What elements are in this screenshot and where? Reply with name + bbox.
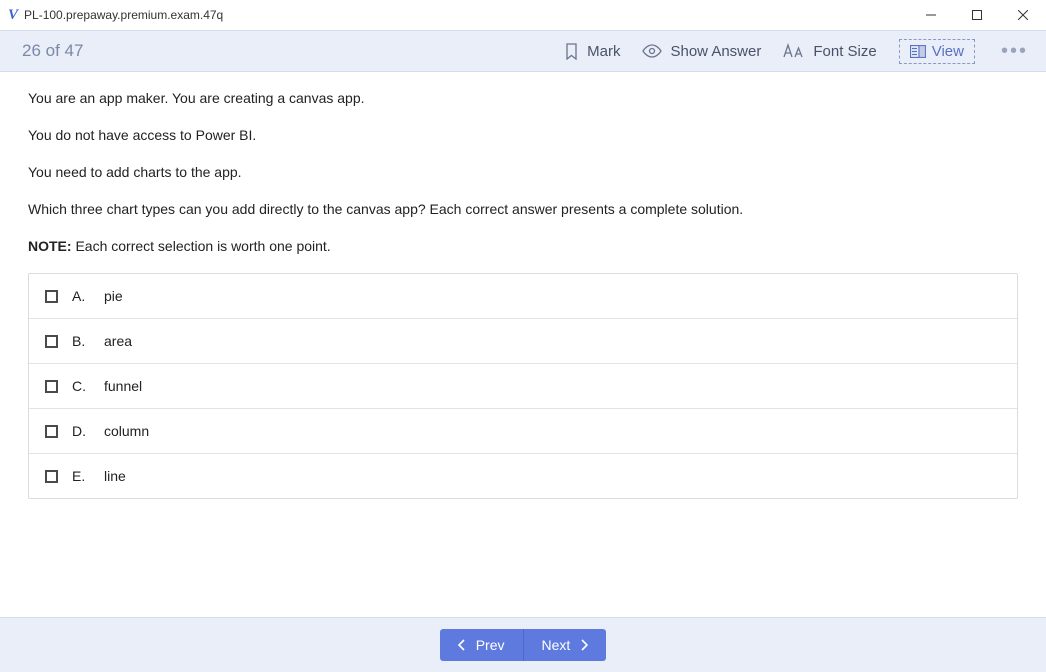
- note-text: Each correct selection is worth one poin…: [72, 238, 331, 254]
- option-b-letter: B.: [72, 333, 90, 349]
- show-answer-label: Show Answer: [670, 43, 761, 60]
- prev-label: Prev: [476, 637, 505, 653]
- option-e[interactable]: E. line: [29, 453, 1017, 498]
- titlebar: V PL-100.prepaway.premium.exam.47q: [0, 0, 1046, 30]
- window-controls: [908, 0, 1046, 30]
- question-p4: Which three chart types can you add dire…: [28, 199, 1018, 220]
- checkbox-icon: [45, 335, 58, 348]
- question-counter: 26 of 47: [22, 41, 83, 61]
- minimize-button[interactable]: [908, 0, 954, 30]
- question-p2: You do not have access to Power BI.: [28, 125, 1018, 146]
- footer: Prev Next: [0, 617, 1046, 672]
- option-e-letter: E.: [72, 468, 90, 484]
- option-d-text: column: [104, 423, 149, 439]
- option-b-text: area: [104, 333, 132, 349]
- mark-button[interactable]: Mark: [564, 43, 620, 60]
- option-c[interactable]: C. funnel: [29, 363, 1017, 408]
- option-a-letter: A.: [72, 288, 90, 304]
- chevron-right-icon: [580, 639, 588, 651]
- next-label: Next: [542, 637, 571, 653]
- font-size-icon: [783, 43, 805, 59]
- toolbar-actions: Mark Show Answer Font Size View •••: [564, 39, 1032, 64]
- option-b[interactable]: B. area: [29, 318, 1017, 363]
- checkbox-icon: [45, 290, 58, 303]
- view-split-icon: [910, 45, 926, 58]
- maximize-button[interactable]: [954, 0, 1000, 30]
- mark-label: Mark: [587, 43, 620, 60]
- font-size-label: Font Size: [813, 43, 876, 60]
- bookmark-icon: [564, 43, 579, 60]
- window-title: PL-100.prepaway.premium.exam.47q: [24, 8, 223, 22]
- next-button[interactable]: Next: [524, 629, 607, 661]
- view-label: View: [932, 43, 964, 60]
- option-a-text: pie: [104, 288, 123, 304]
- question-p1: You are an app maker. You are creating a…: [28, 88, 1018, 109]
- option-c-text: funnel: [104, 378, 142, 394]
- prev-button[interactable]: Prev: [440, 629, 524, 661]
- checkbox-icon: [45, 380, 58, 393]
- option-d-letter: D.: [72, 423, 90, 439]
- close-button[interactable]: [1000, 0, 1046, 30]
- dots-icon: •••: [1001, 40, 1028, 62]
- option-c-letter: C.: [72, 378, 90, 394]
- chevron-left-icon: [458, 639, 466, 651]
- question-content: You are an app maker. You are creating a…: [0, 72, 1046, 617]
- options-container: A. pie B. area C. funnel D. column E. li…: [28, 273, 1018, 499]
- option-e-text: line: [104, 468, 126, 484]
- nav-group: Prev Next: [440, 629, 607, 661]
- option-d[interactable]: D. column: [29, 408, 1017, 453]
- checkbox-icon: [45, 470, 58, 483]
- note-label: NOTE:: [28, 238, 72, 254]
- view-button[interactable]: View: [899, 39, 975, 64]
- app-logo-icon: V: [8, 7, 18, 24]
- checkbox-icon: [45, 425, 58, 438]
- more-options-button[interactable]: •••: [997, 40, 1032, 63]
- question-p3: You need to add charts to the app.: [28, 162, 1018, 183]
- font-size-button[interactable]: Font Size: [783, 43, 876, 60]
- toolbar: 26 of 47 Mark Show Answer Font Size View…: [0, 30, 1046, 72]
- question-note: NOTE: Each correct selection is worth on…: [28, 236, 1018, 257]
- titlebar-left: V PL-100.prepaway.premium.exam.47q: [8, 7, 223, 24]
- show-answer-button[interactable]: Show Answer: [642, 43, 761, 60]
- option-a[interactable]: A. pie: [29, 274, 1017, 318]
- eye-icon: [642, 44, 662, 58]
